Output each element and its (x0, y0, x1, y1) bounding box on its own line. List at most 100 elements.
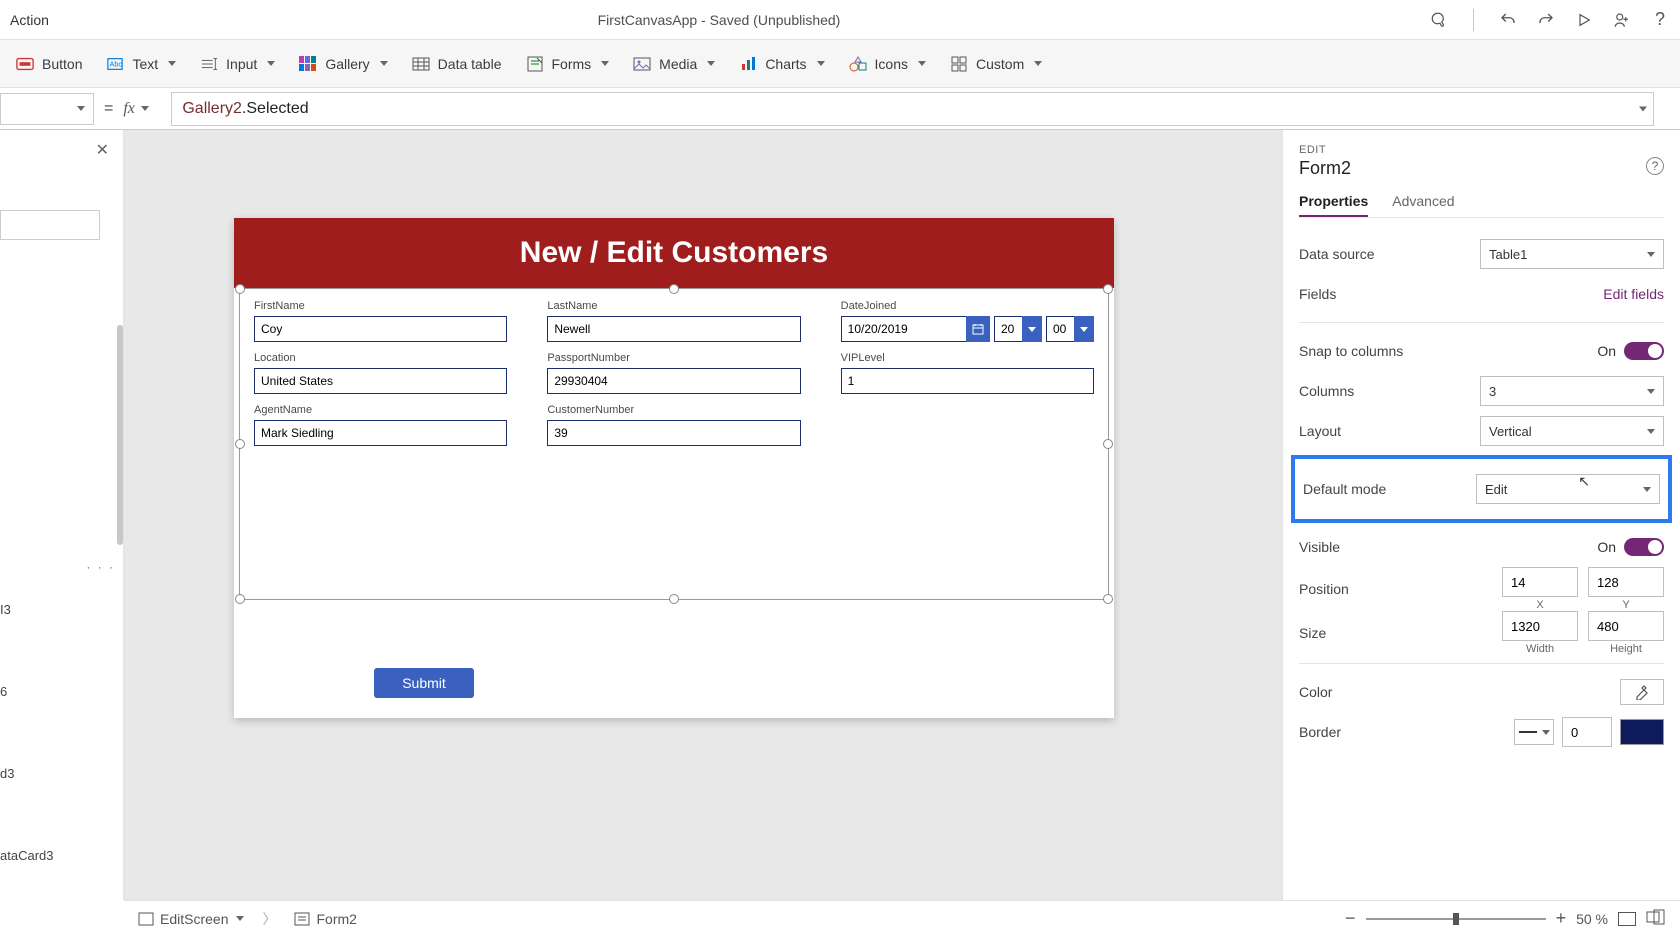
toggle-state: On (1597, 539, 1616, 555)
properties-panel: EDIT Form2 ? Properties Advanced Data so… (1282, 130, 1680, 900)
button-icon (16, 55, 34, 73)
snap-toggle[interactable] (1624, 342, 1664, 360)
breadcrumb-screen[interactable]: EditScreen (138, 911, 244, 927)
zoom-level: 50 % (1576, 911, 1608, 927)
ribbon-text[interactable]: Abc Text (106, 55, 176, 73)
layout-select[interactable]: Vertical (1480, 416, 1664, 446)
ribbon-gallery[interactable]: Gallery (299, 55, 387, 73)
ribbon-custom[interactable]: Custom (950, 55, 1042, 73)
prop-label-border: Border (1299, 724, 1341, 740)
custom-icon (950, 55, 968, 73)
toggle-state: On (1597, 343, 1616, 359)
submit-button[interactable]: Submit (374, 668, 474, 698)
color-picker[interactable] (1620, 679, 1664, 705)
formula-input[interactable]: Gallery2.Selected (171, 92, 1654, 126)
menu-action[interactable]: Action (10, 12, 49, 28)
ribbon-button[interactable]: Button (16, 55, 82, 73)
data-source-select[interactable]: Table1 (1480, 239, 1664, 269)
ribbon-forms-label: Forms (552, 56, 592, 72)
prop-label-layout: Layout (1299, 423, 1341, 439)
play-icon[interactable] (1574, 10, 1594, 30)
tab-properties[interactable]: Properties (1299, 193, 1368, 217)
insert-ribbon: Button Abc Text Input Gallery Data table… (0, 40, 1680, 88)
help-icon[interactable]: ? (1650, 10, 1670, 30)
default-mode-select[interactable]: Edit (1476, 474, 1660, 504)
ribbon-text-label: Text (132, 56, 158, 72)
border-style-select[interactable] (1514, 719, 1554, 745)
input-icon (200, 55, 218, 73)
fit-to-screen-icon[interactable] (1618, 912, 1636, 926)
border-color-picker[interactable] (1620, 719, 1664, 745)
ribbon-media[interactable]: Media (633, 55, 715, 73)
tab-advanced[interactable]: Advanced (1392, 193, 1454, 217)
resize-handle[interactable] (235, 594, 245, 604)
share-icon[interactable] (1612, 10, 1632, 30)
breadcrumb-form[interactable]: Form2 (294, 911, 356, 927)
prop-label-snap: Snap to columns (1299, 343, 1403, 359)
chevron-down-icon (380, 61, 388, 66)
ribbon-icons[interactable]: Icons (849, 55, 926, 73)
default-mode-highlight: Default mode Edit ↖ (1291, 455, 1672, 523)
zoom-out-button[interactable]: − (1345, 908, 1356, 929)
media-icon (633, 55, 651, 73)
mini-label: Height (1588, 643, 1664, 655)
search-slot[interactable] (0, 210, 100, 240)
tree-item[interactable]: ataCard3 (0, 848, 53, 863)
panel-help-icon[interactable]: ? (1646, 157, 1664, 175)
status-bar: EditScreen 〉 Form2 − + 50 % (124, 900, 1680, 936)
close-icon[interactable]: ✕ (96, 140, 109, 160)
select-value: Vertical (1489, 424, 1532, 439)
app-checker-icon[interactable] (1429, 10, 1449, 30)
chevron-down-icon (168, 61, 176, 66)
resize-handle[interactable] (669, 594, 679, 604)
tree-view-panel: ✕ · · · I3 6 d3 ataCard3 (0, 130, 124, 900)
resize-handle[interactable] (669, 284, 679, 294)
scrollbar[interactable] (117, 325, 123, 545)
ribbon-icons-label: Icons (875, 56, 908, 72)
ribbon-input[interactable]: Input (200, 55, 275, 73)
chevron-down-icon (707, 61, 715, 66)
size-width-input[interactable] (1502, 611, 1578, 641)
resize-handle[interactable] (1103, 594, 1113, 604)
orientation-icon[interactable] (1646, 909, 1666, 928)
chevron-down-icon (141, 106, 149, 111)
ribbon-custom-label: Custom (976, 56, 1024, 72)
text-icon: Abc (106, 55, 124, 73)
expand-formula-icon[interactable] (1639, 106, 1647, 111)
edit-fields-link[interactable]: Edit fields (1603, 286, 1664, 302)
position-y-input[interactable] (1588, 567, 1664, 597)
undo-icon[interactable] (1498, 10, 1518, 30)
ribbon-charts-label: Charts (765, 56, 806, 72)
resize-handle[interactable] (235, 284, 245, 294)
ribbon-data-table[interactable]: Data table (412, 55, 502, 73)
resize-handle[interactable] (1103, 439, 1113, 449)
tree-item[interactable]: 6 (0, 684, 7, 699)
redo-icon[interactable] (1536, 10, 1556, 30)
property-selector[interactable] (0, 93, 94, 125)
crumb-label: EditScreen (160, 911, 228, 927)
border-width-input[interactable] (1562, 717, 1612, 747)
ribbon-forms[interactable]: Forms (526, 55, 610, 73)
zoom-in-button[interactable]: + (1556, 908, 1567, 929)
tree-item[interactable]: I3 (0, 602, 11, 617)
chevron-down-icon (1647, 429, 1655, 434)
formula-bar: = fx Gallery2.Selected (0, 88, 1680, 130)
chevron-down-icon (1647, 389, 1655, 394)
zoom-slider[interactable] (1366, 918, 1546, 920)
canvas-area[interactable]: New / Edit Customers FirstName LastName … (124, 130, 1282, 900)
ribbon-media-label: Media (659, 56, 697, 72)
ribbon-data-table-label: Data table (438, 56, 502, 72)
size-height-input[interactable] (1588, 611, 1664, 641)
fx-icon[interactable]: fx (123, 93, 171, 125)
more-icon[interactable]: · · · (86, 560, 115, 574)
forms-icon (526, 55, 544, 73)
chevron-down-icon (236, 916, 244, 921)
resize-handle[interactable] (1103, 284, 1113, 294)
tree-item[interactable]: d3 (0, 766, 14, 781)
visible-toggle[interactable] (1624, 538, 1664, 556)
position-x-input[interactable] (1502, 567, 1578, 597)
resize-handle[interactable] (235, 439, 245, 449)
columns-select[interactable]: 3 (1480, 376, 1664, 406)
ribbon-button-label: Button (42, 56, 82, 72)
ribbon-charts[interactable]: Charts (739, 55, 824, 73)
